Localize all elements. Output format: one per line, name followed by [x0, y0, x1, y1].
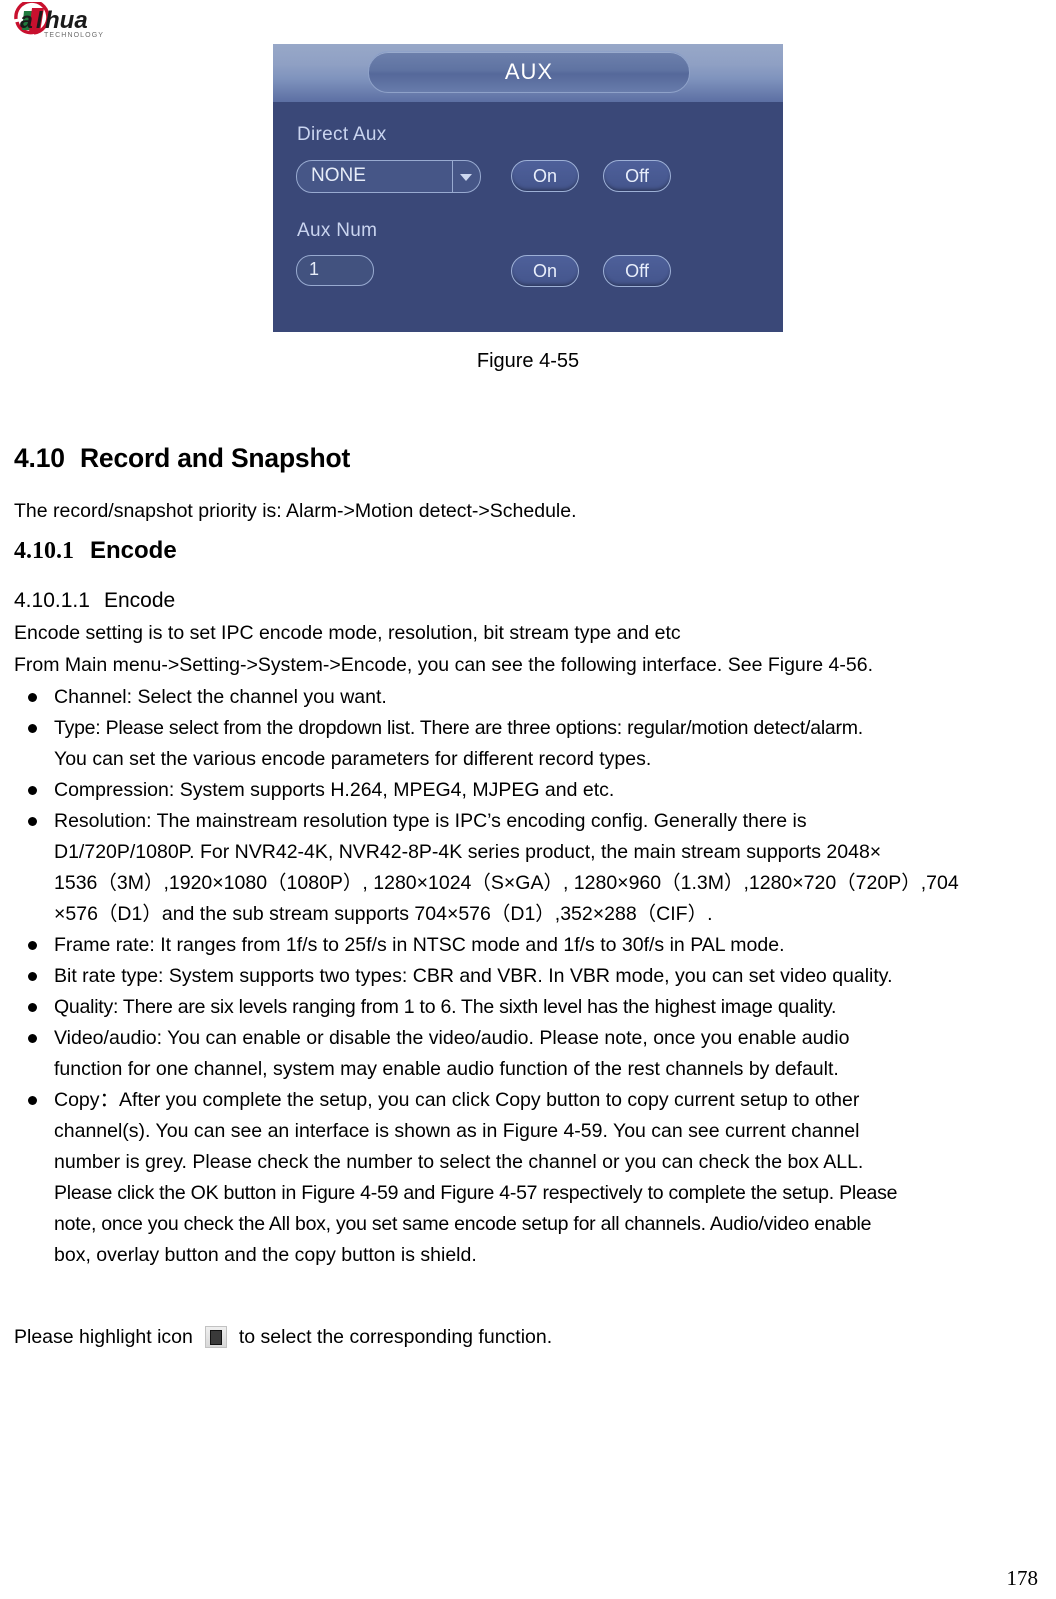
list-item: Channel: Select the channel you want.	[14, 682, 1044, 713]
list-item-line: Quality: There are six levels ranging fr…	[54, 996, 837, 1018]
list-item-line: ×576（D1）and the sub stream supports 704×…	[54, 903, 713, 925]
list-item-line: You can set the various encode parameter…	[54, 748, 652, 770]
aux-dialog-body: Direct Aux NONE On Off Aux Num 1 On Off	[273, 102, 783, 332]
list-item: Copy：After you complete the setup, you c…	[14, 1085, 1044, 1271]
highlight-icon-paragraph: Please highlight icon to select the corre…	[14, 1322, 552, 1352]
encode-paragraph-2: From Main menu->Setting->System->Encode,…	[14, 654, 873, 676]
aux-dialog-title: AUX	[368, 51, 690, 93]
direct-aux-select[interactable]: NONE	[296, 160, 481, 193]
select-divider	[452, 161, 453, 192]
aux-num-off-button[interactable]: Off	[603, 255, 671, 287]
subsection-number: 4.10.1	[14, 538, 74, 564]
bullet-icon	[28, 1034, 37, 1043]
aux-num-on-button[interactable]: On	[511, 255, 579, 287]
list-item-line: Channel: Select the channel you want.	[54, 686, 387, 708]
checkbox-icon	[204, 1326, 227, 1348]
list-item-line: Please click the OK button in Figure 4-5…	[54, 1182, 898, 1204]
bullet-icon	[28, 724, 37, 733]
svg-text:a: a	[20, 7, 33, 33]
svg-text:hua: hua	[45, 7, 88, 34]
bullet-icon	[28, 1003, 37, 1012]
list-item-line: Compression: System supports H.264, MPEG…	[54, 779, 615, 801]
list-item-line: Frame rate: It ranges from 1f/s to 25f/s…	[54, 934, 785, 956]
subsubsection-title: Encode	[104, 589, 176, 612]
list-item-line: function for one channel, system may ena…	[54, 1058, 839, 1080]
highlight-text-after: to select the corresponding function.	[238, 1326, 553, 1348]
section-heading-4-10: 4.10 Record and Snapshot	[14, 443, 350, 474]
list-item-line: 1536（3M）,1920×1080（1080P）, 1280×1024（S×G…	[54, 872, 959, 894]
list-item-line: Bit rate type: System supports two types…	[54, 965, 893, 987]
encode-paragraph-1: Encode setting is to set IPC encode mode…	[14, 622, 681, 644]
list-item-line: D1/720P/1080P. For NVR42-4K, NVR42-8P-4K…	[54, 841, 882, 863]
list-item-line: Copy：After you complete the setup, you c…	[54, 1089, 860, 1111]
list-item: Frame rate: It ranges from 1f/s to 25f/s…	[14, 930, 1044, 961]
aux-dialog: AUX Direct Aux NONE On Off Aux Num 1 On …	[273, 44, 783, 332]
section-heading-4-10-1-1: 4.10.1.1 Encode	[14, 589, 175, 613]
list-item-line: note, once you check the All box, you se…	[54, 1213, 872, 1235]
section-heading-4-10-1: 4.10.1 Encode	[14, 537, 177, 565]
list-item: Quality: There are six levels ranging fr…	[14, 992, 1044, 1023]
aux-num-label: Aux Num	[297, 220, 378, 241]
bullet-icon	[28, 972, 37, 981]
list-item-line: box, overlay button and the copy button …	[54, 1244, 477, 1266]
aux-dialog-titlebar: AUX	[273, 44, 783, 102]
list-item: Compression: System supports H.264, MPEG…	[14, 775, 1044, 806]
list-item: Bit rate type: System supports two types…	[14, 961, 1044, 992]
figure-aux: AUX Direct Aux NONE On Off Aux Num 1 On …	[0, 44, 1056, 337]
list-item-line: Resolution: The mainstream resolution ty…	[54, 810, 807, 832]
direct-aux-label: Direct Aux	[297, 124, 387, 145]
direct-aux-off-button[interactable]: Off	[603, 160, 671, 192]
aux-num-value: 1	[309, 259, 320, 279]
chevron-down-icon[interactable]	[460, 174, 472, 181]
highlight-text-before: Please highlight icon	[14, 1326, 193, 1348]
dahua-logo-icon: a l hua TECHNOLOGY	[14, 2, 104, 39]
dahua-logo: a l hua TECHNOLOGY	[14, 2, 144, 40]
page-number: 178	[1006, 1566, 1039, 1590]
subsubsection-number: 4.10.1.1	[14, 589, 90, 612]
figure-caption: Figure 4-55	[476, 350, 580, 372]
bullet-icon	[28, 941, 37, 950]
bullet-icon	[28, 817, 37, 826]
list-item-line: number is grey. Please check the number …	[54, 1151, 864, 1173]
bullet-icon	[28, 693, 37, 702]
direct-aux-select-value: NONE	[311, 165, 366, 186]
list-item: Video/audio: You can enable or disable t…	[14, 1023, 1044, 1085]
bullet-icon	[28, 1096, 37, 1105]
direct-aux-on-button[interactable]: On	[511, 160, 579, 192]
encode-parameter-list: Channel: Select the channel you want. Typ…	[14, 682, 1044, 1271]
priority-paragraph: The record/snapshot priority is: Alarm->…	[14, 500, 577, 522]
logo-subtext: TECHNOLOGY	[44, 32, 104, 39]
list-item-line: Type: Please select from the dropdown li…	[54, 717, 863, 739]
list-item: Type: Please select from the dropdown li…	[14, 713, 1044, 775]
subsection-title: Encode	[90, 537, 177, 564]
section-number: 4.10	[14, 443, 65, 473]
aux-num-input[interactable]: 1	[296, 255, 374, 286]
svg-text:l: l	[36, 7, 43, 33]
bullet-icon	[28, 786, 37, 795]
section-title: Record and Snapshot	[80, 443, 351, 473]
list-item-line: Video/audio: You can enable or disable t…	[54, 1027, 850, 1049]
list-item: Resolution: The mainstream resolution ty…	[14, 806, 1044, 930]
list-item-line: channel(s). You can see an interface is …	[54, 1120, 860, 1142]
